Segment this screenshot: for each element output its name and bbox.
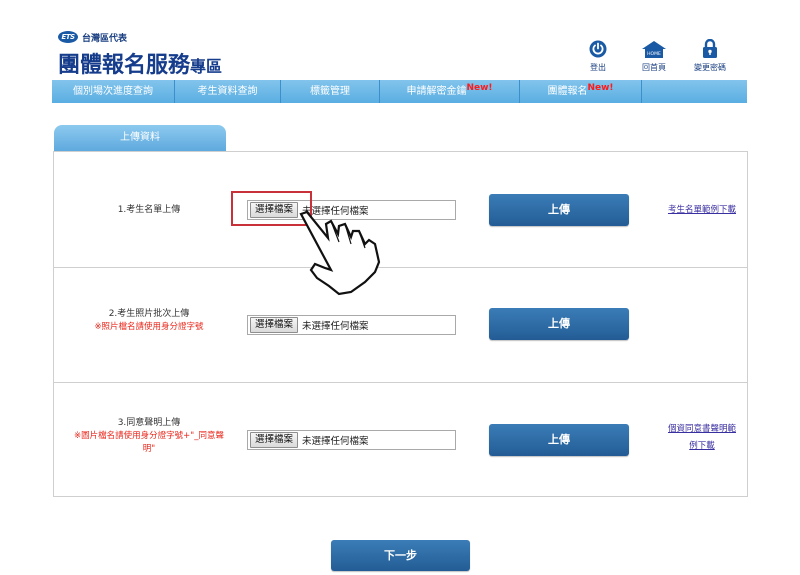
- row-title: 1.考生名單上傳: [117, 205, 181, 215]
- top-actions: 登出 HOME 回首頁 變更密碼: [570, 38, 738, 73]
- new-badge: New!: [587, 83, 614, 93]
- row-note: ※照片檔名請使用身分證字號: [94, 322, 204, 332]
- page-title: 團體報名服務專區: [58, 47, 222, 79]
- row-note: ※圖片檔名請使用身分證字號+"_同意聲: [74, 431, 224, 441]
- upload-button[interactable]: 上傳: [489, 308, 629, 340]
- lock-icon: [702, 38, 718, 58]
- upload-panel: 1.考生名單上傳 選擇檔案 未選擇任何檔案 上傳 考生名單範例下載 2.考生照片…: [53, 151, 748, 497]
- upload-button[interactable]: 上傳: [489, 424, 629, 456]
- power-icon: [589, 38, 607, 58]
- title-suffix: 專區: [190, 57, 223, 76]
- upload-row-consent: 3.同意聲明上傳 ※圖片檔名請使用身分證字號+"_同意聲 明" 選擇檔案 未選擇…: [54, 383, 747, 497]
- nav-label: 考生資料查詢: [197, 86, 258, 97]
- nav-item-decryption-key[interactable]: 申請解密金鑰New!: [380, 80, 520, 103]
- org-label: 台灣區代表: [82, 33, 128, 44]
- nav-label: 標籤管理: [310, 86, 350, 97]
- file-status: 未選擇任何檔案: [302, 436, 369, 447]
- home-button[interactable]: HOME 回首頁: [626, 38, 682, 73]
- row-title: 2.考生照片批次上傳: [108, 309, 190, 319]
- tab-upload-data[interactable]: 上傳資料: [54, 125, 226, 151]
- logout-button[interactable]: 登出: [570, 38, 626, 73]
- home-icon-text: HOME: [647, 51, 661, 57]
- change-password-label: 變更密碼: [694, 63, 726, 72]
- row-note: 明": [142, 444, 156, 454]
- consent-sample-download-link[interactable]: 個資同意書聲明範 例下載: [656, 421, 748, 455]
- nav-label: 團體報名: [547, 86, 588, 97]
- main-nav: 個別場次進度查詢 考生資料查詢 標籤管理 申請解密金鑰New! 團體報名New!: [52, 80, 747, 103]
- ets-logo: ETS: [58, 31, 78, 43]
- file-input-photos[interactable]: 選擇檔案 未選擇任何檔案: [247, 315, 456, 335]
- row-label: 1.考生名單上傳: [54, 204, 244, 217]
- title-main: 團體報名服務: [58, 53, 191, 78]
- row-label: 2.考生照片批次上傳 ※照片檔名請使用身分證字號: [54, 308, 244, 334]
- upload-row-photos: 2.考生照片批次上傳 ※照片檔名請使用身分證字號 選擇檔案 未選擇任何檔案 上傳: [54, 268, 747, 383]
- file-status: 未選擇任何檔案: [302, 321, 369, 332]
- home-label: 回首頁: [642, 63, 666, 72]
- pointer-hand-icon: [299, 210, 381, 296]
- next-step-button[interactable]: 下一步: [331, 540, 470, 571]
- change-password-button[interactable]: 變更密碼: [682, 38, 738, 73]
- sample-download-link[interactable]: 考生名單範例下載: [656, 202, 748, 219]
- home-icon: HOME: [642, 38, 666, 58]
- new-badge: New!: [466, 83, 493, 93]
- nav-item-empty: [642, 80, 747, 103]
- link-line: 個資同意書聲明範: [667, 424, 736, 434]
- choose-file-button[interactable]: 選擇檔案: [250, 432, 299, 448]
- nav-label: 申請解密金鑰: [406, 86, 467, 97]
- choose-file-button[interactable]: 選擇檔案: [250, 202, 299, 218]
- nav-label: 個別場次進度查詢: [73, 86, 153, 97]
- row-label: 3.同意聲明上傳 ※圖片檔名請使用身分證字號+"_同意聲 明": [54, 417, 244, 456]
- choose-file-button[interactable]: 選擇檔案: [250, 317, 299, 333]
- link-line: 例下載: [689, 441, 715, 451]
- logout-label: 登出: [590, 63, 606, 72]
- upload-row-candidate-list: 1.考生名單上傳 選擇檔案 未選擇任何檔案 上傳 考生名單範例下載: [54, 152, 747, 268]
- nav-item-candidate-query[interactable]: 考生資料查詢: [175, 80, 281, 103]
- nav-item-tag-management[interactable]: 標籤管理: [281, 80, 380, 103]
- upload-button[interactable]: 上傳: [489, 194, 629, 226]
- brand: ETS 台灣區代表 團體報名服務專區: [58, 30, 222, 79]
- row-title: 3.同意聲明上傳: [117, 418, 181, 428]
- nav-item-session-progress[interactable]: 個別場次進度查詢: [52, 80, 175, 103]
- nav-item-group-registration[interactable]: 團體報名New!: [520, 80, 642, 103]
- file-input-consent[interactable]: 選擇檔案 未選擇任何檔案: [247, 430, 456, 450]
